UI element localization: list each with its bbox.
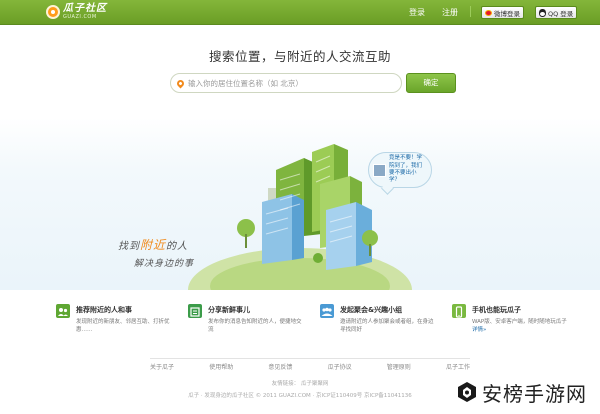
- confirm-button[interactable]: 确定: [406, 73, 456, 93]
- weibo-icon: [485, 9, 492, 16]
- tagline-highlight: 附近: [140, 238, 167, 252]
- header-divider: [470, 6, 471, 17]
- weibo-login-button[interactable]: 微博登录: [481, 6, 524, 19]
- register-link[interactable]: 注册: [442, 7, 458, 18]
- hero-tagline: 找到附近的人 解决身边的事: [118, 238, 195, 269]
- logo-title: 瓜子社区: [63, 3, 107, 14]
- footer-links: 关于瓜子 使用帮助 意见反馈 瓜子协议 管理原则 瓜子工作: [150, 362, 470, 371]
- share-icon: [188, 304, 202, 318]
- footer-link-about[interactable]: 关于瓜子: [150, 362, 174, 371]
- top-navigation-bar: 瓜子社区 GUAZI.COM 登录 注册 微博登录 QQ 登录: [0, 0, 600, 25]
- city-illustration: [188, 144, 412, 332]
- login-link[interactable]: 登录: [409, 7, 425, 18]
- people-icon: [56, 304, 70, 318]
- location-pin-icon: [175, 78, 186, 88]
- location-search-input[interactable]: [188, 78, 388, 88]
- watermark-text: 安榜手游网: [482, 381, 587, 406]
- hero-banner: [0, 118, 600, 332]
- footer-divider: [150, 358, 470, 359]
- group-icon: [320, 304, 334, 318]
- speech-bubble: 竟是不要！学院到了，我们要不要出小学？: [368, 152, 432, 188]
- mobile-phone-icon: [452, 304, 466, 318]
- site-logo[interactable]: 瓜子社区 GUAZI.COM: [46, 3, 107, 21]
- location-search-box[interactable]: [170, 73, 402, 93]
- feature-nearby: 推荐附近的人和事 发现附近的新朋友、邻居互助、打折优惠……: [56, 304, 174, 344]
- footer-link-agreement[interactable]: 瓜子协议: [328, 362, 352, 371]
- footer-link-feedback[interactable]: 意见反馈: [268, 362, 292, 371]
- avatar: [373, 163, 386, 177]
- qq-icon: [539, 8, 546, 17]
- feature-share: 分享新鲜事儿 发布你的消息告知附近的人，便捷地交流: [188, 304, 306, 344]
- search-heading: 搜索位置，与附近的人交流互助: [208, 49, 391, 64]
- bubble-message: 竟是不要！学院到了，我们要不要出小学？: [389, 155, 423, 184]
- logo-domain: GUAZI.COM: [63, 14, 97, 20]
- footer-link-help[interactable]: 使用帮助: [209, 362, 233, 371]
- mobile-details-link[interactable]: 详情»: [472, 327, 486, 333]
- footer-link-rules[interactable]: 管理原则: [387, 362, 411, 371]
- qq-login-button[interactable]: QQ 登录: [535, 6, 578, 19]
- feature-list: 推荐附近的人和事 发现附近的新朋友、邻居互助、打折优惠…… 分享新鲜事儿 发布你…: [56, 304, 567, 344]
- logo-icon: [46, 5, 60, 19]
- site-watermark: 安榜手游网: [456, 370, 600, 414]
- feature-mobile: 手机也能玩瓜子 WAP版、安卓客户端，随时随地玩瓜子详情»: [452, 304, 570, 344]
- feature-events: 发起聚会&兴趣小组 邀请附近的人参加聚会或者组，在身边寻找同好: [320, 304, 438, 344]
- watermark-logo-icon: [456, 380, 478, 404]
